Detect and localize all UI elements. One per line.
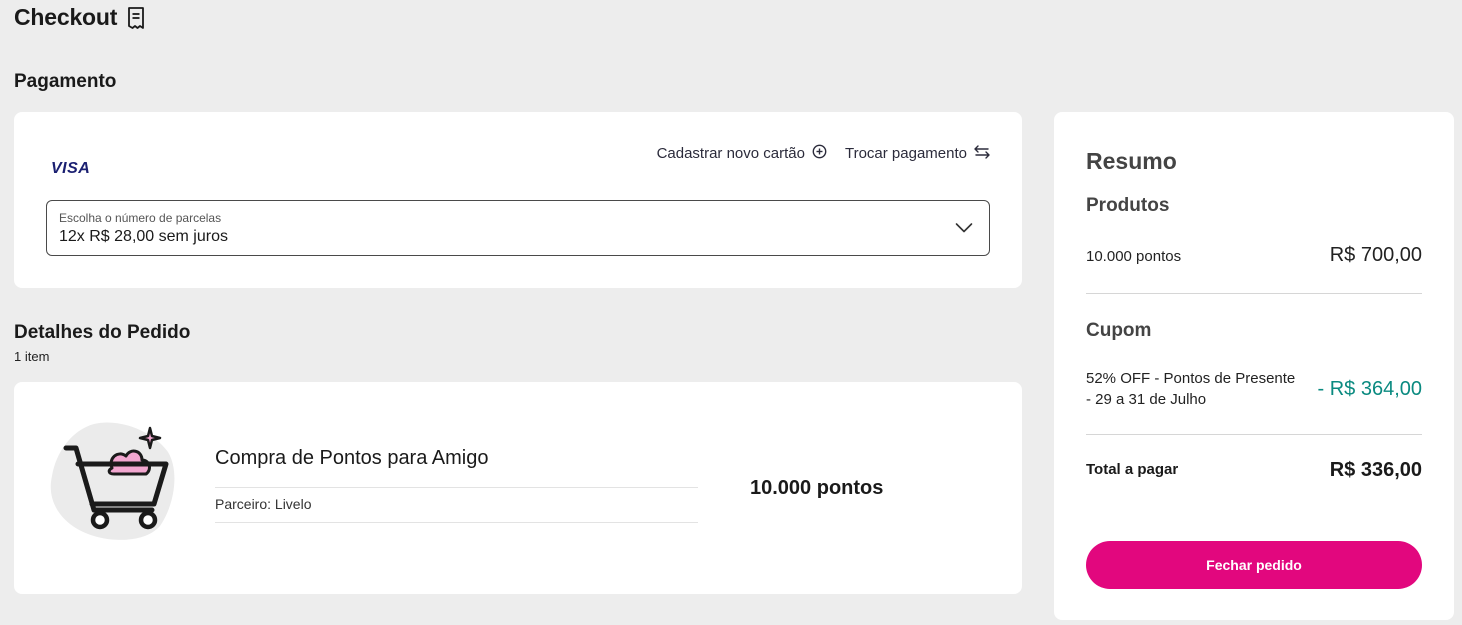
receipt-icon [127,6,145,29]
divider [215,487,698,488]
swap-arrows-icon [974,144,990,163]
change-payment-link[interactable]: Trocar pagamento [844,144,990,163]
add-card-link[interactable]: Cadastrar novo cartão [657,144,827,163]
total-value: R$ 336,00 [1329,459,1422,481]
products-heading: Produtos [1086,195,1170,216]
summary-title: Resumo [1086,148,1177,174]
divider [215,522,698,523]
payment-card: VISA Cadastrar novo cartão Trocar pagame… [14,112,1022,288]
add-card-label: Cadastrar novo cartão [656,145,805,162]
item-count: 1 item [14,349,50,364]
divider [1086,434,1422,435]
coupon-label: 52% OFF - Pontos de Presente - 29 a 31 d… [1086,370,1296,408]
close-order-button[interactable]: Fechar pedido [1086,541,1422,589]
payment-heading: Pagamento [14,71,117,92]
product-name: Compra de Pontos para Amigo [215,447,489,469]
product-partner: Parceiro: Livelo [215,496,312,512]
installments-value: 12x R$ 28,00 sem juros [59,228,228,245]
installments-label: Escolha o número de parcelas [59,211,222,225]
products-value: R$ 700,00 [1329,244,1422,266]
payment-actions: Cadastrar novo cartão Trocar pagamento [657,144,990,163]
order-card: Compra de Pontos para Amigo Parceiro: Li… [14,382,1022,594]
shopping-cart-icon [48,416,176,549]
order-heading: Detalhes do Pedido [14,322,191,343]
summary-card: Resumo Produtos 10.000 pontos R$ 700,00 … [1054,112,1454,620]
chevron-down-icon [955,221,973,239]
products-label: 10.000 pontos [1086,248,1182,265]
page-title: Checkout [14,4,145,31]
total-label: Total a pagar [1086,461,1179,478]
page-title-text: Checkout [14,4,118,30]
plus-circle-icon [812,144,827,163]
installments-select[interactable]: Escolha o número de parcelas 12x R$ 28,0… [46,200,990,256]
coupon-heading: Cupom [1086,320,1152,341]
change-payment-label: Trocar pagamento [844,145,967,162]
divider [1086,293,1422,294]
visa-logo: VISA [51,160,91,177]
product-points: 10.000 pontos [750,477,884,499]
coupon-value: - R$ 364,00 [1317,378,1422,400]
